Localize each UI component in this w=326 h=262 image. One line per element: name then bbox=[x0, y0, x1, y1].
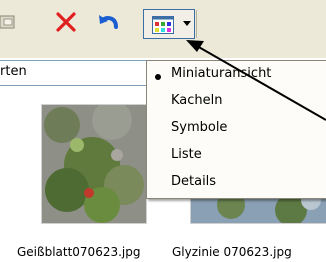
annotation-arrow bbox=[186, 40, 326, 121]
